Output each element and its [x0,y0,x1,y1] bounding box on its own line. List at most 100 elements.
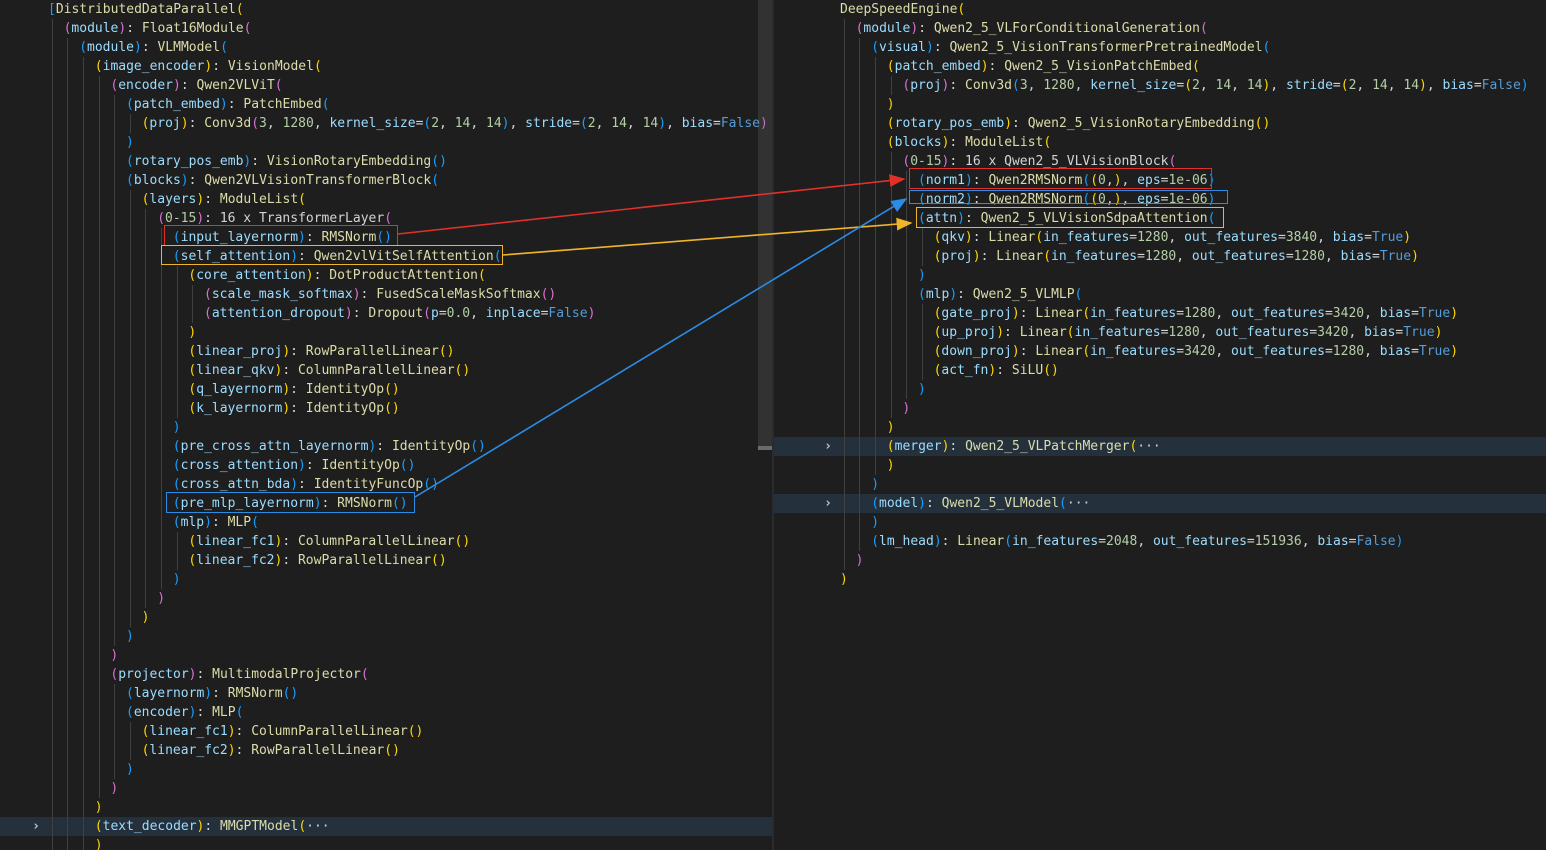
code-token: Qwen2_5_VisionRotaryEmbedding [1027,116,1255,131]
code-line[interactable]: ) [774,475,1546,494]
code-line[interactable]: (projector): MultimodalProjector( [0,665,772,684]
code-line[interactable]: ) [0,779,772,798]
indent-guide [161,494,162,513]
indent-guide [51,152,53,171]
indent-guide [83,551,84,570]
code-token: in_features [1012,534,1099,549]
code-line[interactable]: (rotary_pos_emb): VisionRotaryEmbedding(… [0,152,772,171]
code-line[interactable]: ) [0,836,772,850]
code-line[interactable]: ) [0,627,772,646]
code-line[interactable]: ) [774,570,1546,589]
code-line[interactable]: (pre_cross_attn_layernorm): IdentityOp() [0,437,772,456]
code-line[interactable]: › (text_decoder): MMGPTModel(··· [0,817,772,836]
code-line[interactable]: (linear_qkv): ColumnParallelLinear() [0,361,772,380]
code-token: : [212,59,228,74]
code-line[interactable]: ) [0,760,772,779]
indent-guide [114,247,116,266]
indent-guide [843,532,845,551]
code-line[interactable]: (module): VLMModel( [0,38,772,57]
code-line[interactable]: ) [774,551,1546,570]
code-line[interactable]: (core_attention): DotProductAttention( [0,266,772,285]
code-line[interactable]: (linear_proj): RowParallelLinear() [0,342,772,361]
code-token: () [431,154,447,169]
code-line[interactable]: (blocks): ModuleList( [774,133,1546,152]
indent-guide [890,361,892,380]
indent-guide [114,418,116,437]
indent-guide [67,418,69,437]
code-line[interactable]: ) [0,418,772,437]
code-token: DistributedDataParallel [55,2,236,17]
code-line[interactable]: (layers): ModuleList( [0,190,772,209]
code-token: , [1027,78,1044,93]
code-token: kernel_size [329,116,416,131]
code-line[interactable]: (cross_attention): IdentityOp() [0,456,772,475]
indent-guide [98,741,100,760]
code-text: [DistributedDataParallel( [48,0,244,19]
code-line[interactable]: ) [0,570,772,589]
code-token: 0-15 [910,154,942,169]
code-line[interactable]: (visual): Qwen2_5_VisionTransformerPretr… [774,38,1546,57]
code-line[interactable]: ) [774,513,1546,532]
indent-guide [114,171,116,190]
code-token: ( [126,686,134,701]
code-line[interactable]: (linear_fc2): RowParallelLinear() [0,741,772,760]
code-token: ) [219,97,228,112]
code-token: ) [1434,325,1443,340]
code-token: ) [282,382,291,397]
code-token: = [1348,534,1357,549]
code-line[interactable]: (k_layernorm): IdentityOp() [0,399,772,418]
indent-guide [83,361,84,380]
indent-guide [129,247,131,266]
fold-chevron-icon[interactable]: › [822,437,834,456]
code-token: , [1364,344,1380,359]
code-line[interactable]: (encoder): MLP( [0,703,772,722]
code-line[interactable]: DeepSpeedEngine( [774,0,1546,19]
code-line[interactable]: ) [774,95,1546,114]
code-line[interactable]: (image_encoder): VisionModel( [0,57,772,76]
code-line[interactable]: (proj): Conv3d(3, 1280, kernel_size=(2, … [0,114,772,133]
code-line[interactable]: (encoder): Qwen2VLViT( [0,76,772,95]
code-line[interactable]: [DistributedDataParallel( [0,0,772,19]
code-token: ) [305,268,314,283]
indent-guide [859,76,861,95]
code-line[interactable]: › (model): Qwen2_5_VLModel(··· [774,494,1546,513]
fold-chevron-icon[interactable]: › [822,494,834,513]
indent-guide [67,437,69,456]
code-line[interactable]: (linear_fc1): ColumnParallelLinear() [0,722,772,741]
code-line[interactable]: (scale_mask_softmax): FusedScaleMaskSoft… [0,285,772,304]
code-line[interactable]: ) [0,323,772,342]
code-token: = [1137,249,1145,264]
fold-chevron-icon[interactable]: › [30,817,42,836]
code-line[interactable]: (mlp): MLP( [0,513,772,532]
code-line[interactable]: (module): Qwen2_5_VLForConditionalGenera… [774,19,1546,38]
code-line[interactable]: (layernorm): RMSNorm() [0,684,772,703]
left-editor-pane[interactable]: [DistributedDataParallel((module): Float… [0,0,772,850]
code-line[interactable]: (lm_head): Linear(in_features=2048, out_… [774,532,1546,551]
code-line[interactable]: ) [0,133,772,152]
code-line[interactable]: ) [774,456,1546,475]
code-line[interactable]: (patch_embed): PatchEmbed( [0,95,772,114]
code-line[interactable]: ) [0,608,772,627]
left-scrollbar-thumb[interactable] [758,0,772,446]
code-line[interactable]: (linear_fc2): RowParallelLinear() [0,551,772,570]
code-line[interactable]: (patch_embed): Qwen2_5_VisionPatchEmbed( [774,57,1546,76]
code-line[interactable]: (rotary_pos_emb): Qwen2_5_VisionRotaryEm… [774,114,1546,133]
code-line[interactable]: ) [0,798,772,817]
code-text: (lm_head): Linear(in_features=2048, out_… [871,532,1403,551]
code-token: ModuleList [965,135,1044,150]
code-token: ) [126,629,134,644]
code-line[interactable]: ) [0,646,772,665]
code-line[interactable]: ) [774,418,1546,437]
indent-guide [145,247,147,266]
code-token: ( [251,116,260,131]
code-line[interactable]: ) [0,589,772,608]
code-token: ··· [1066,496,1091,511]
right-editor-pane[interactable]: DeepSpeedEngine((module): Qwen2_5_VLForC… [774,0,1546,850]
code-line[interactable]: (attention_dropout): Dropout(p=0.0, inpl… [0,304,772,323]
code-line[interactable]: (linear_fc1): ColumnParallelLinear() [0,532,772,551]
code-line[interactable]: › (merger): Qwen2_5_VLPatchMerger(··· [774,437,1546,456]
code-line[interactable]: (q_layernorm): IdentityOp() [0,380,772,399]
code-token: RowParallelLinear [305,344,439,359]
code-line[interactable]: (blocks): Qwen2VLVisionTransformerBlock( [0,171,772,190]
code-line[interactable]: (module): Float16Module( [0,19,772,38]
